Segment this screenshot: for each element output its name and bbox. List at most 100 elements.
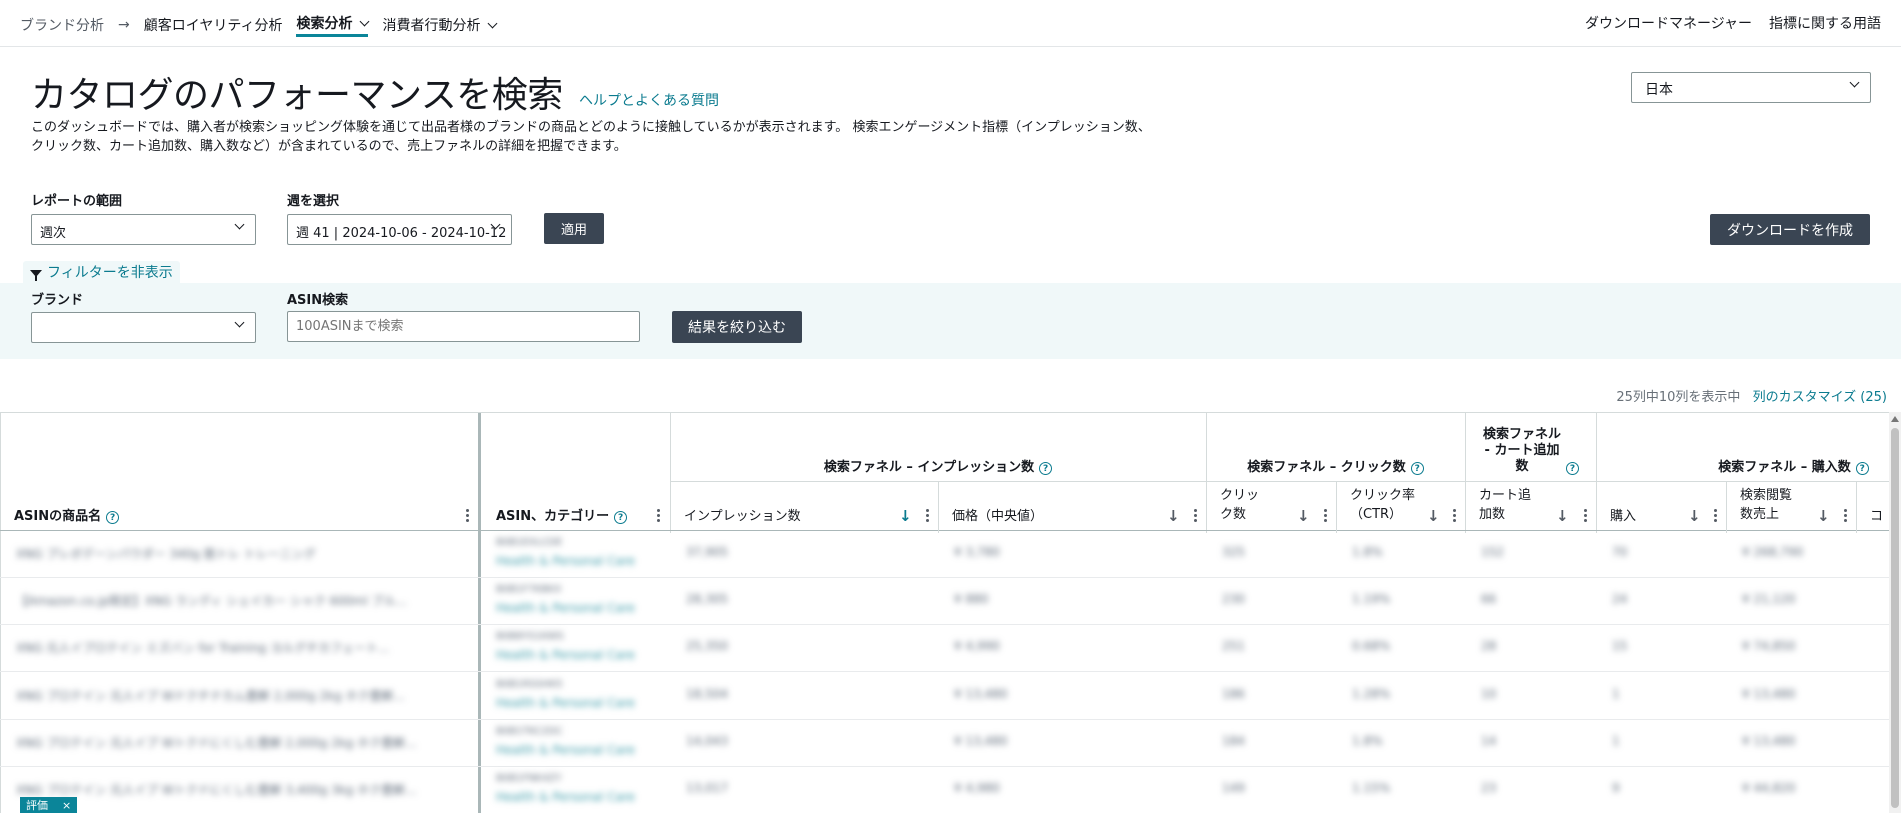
sort-arrow-down-icon[interactable]: ↓: [1556, 507, 1569, 525]
brand-select[interactable]: [31, 312, 256, 343]
week-select-value: 週 41 | 2024-10-06 - 2024-10-12: [296, 226, 507, 241]
nav-item-customer-loyalty[interactable]: 顧客ロイヤリティ分析: [144, 15, 283, 35]
sort-arrow-down-icon[interactable]: ↓: [1297, 507, 1310, 525]
cell-category: Health & Personal Care: [496, 601, 636, 615]
customize-columns-link[interactable]: 列のカスタマイズ (25): [1753, 390, 1887, 405]
cell-purchases: 70: [1612, 545, 1628, 559]
column-menu-icon[interactable]: [1453, 509, 1456, 524]
sort-arrow-down-icon[interactable]: ↓: [1167, 507, 1180, 525]
apply-button[interactable]: 適用: [544, 213, 604, 244]
report-range-select[interactable]: 週次: [31, 214, 256, 245]
cell-asin[interactable]: B0B1EXLCDE: [496, 537, 562, 548]
brand-label: ブランド: [31, 293, 84, 308]
week-select[interactable]: 週 41 | 2024-10-06 - 2024-10-12: [287, 214, 512, 245]
cell-asin[interactable]: B0B1RSSHK5: [496, 679, 563, 690]
column-header-truncated[interactable]: コ: [1856, 481, 1889, 530]
cell-impressions: 25,350: [686, 639, 728, 653]
close-icon[interactable]: ×: [62, 799, 71, 812]
cell-asin[interactable]: B0B8YS1KWS: [496, 631, 564, 642]
cell-ctr: 1.15%: [1352, 781, 1391, 795]
group-header-label: 検索ファネル – インプレッション数: [823, 460, 1035, 475]
download-manager-link[interactable]: ダウンロードマネージャー: [1585, 13, 1752, 33]
cell-purchases: 15: [1612, 639, 1628, 653]
sort-arrow-down-icon[interactable]: ↓: [899, 507, 912, 525]
cell-asin[interactable]: B0B1TKC2DC: [496, 726, 563, 737]
column-header-label: カート追加数: [1479, 488, 1532, 522]
column-menu-icon[interactable]: [1194, 509, 1197, 524]
help-faq-link[interactable]: ヘルプとよくある質問: [579, 90, 719, 110]
nav-right: ダウンロードマネージャー 指標に関する用語: [1585, 13, 1881, 33]
cell-search-sales: ¥ 21,120: [1742, 592, 1796, 606]
nav-item-search-analytics[interactable]: 検索分析: [296, 13, 370, 37]
help-icon[interactable]: ?: [614, 511, 628, 524]
help-icon[interactable]: ?: [1855, 462, 1869, 475]
column-menu-icon[interactable]: [1714, 509, 1717, 524]
narrow-results-button[interactable]: 結果を絞り込む: [672, 311, 802, 343]
help-icon[interactable]: ?: [1039, 462, 1053, 475]
hide-filters-toggle[interactable]: フィルターを非表示: [23, 261, 180, 283]
column-header-purchases[interactable]: 購入: [1596, 481, 1726, 530]
scroll-up-arrow-icon[interactable]: [1891, 416, 1899, 422]
scrollbar-thumb[interactable]: [1891, 428, 1899, 808]
column-menu-icon[interactable]: [657, 509, 660, 524]
sort-arrow-down-icon[interactable]: ↓: [1688, 507, 1701, 525]
row-divider: [0, 577, 1889, 578]
help-icon[interactable]: ?: [1410, 462, 1424, 475]
cell-product-name[interactable]: XNG プレボデーンパウダー 340g 筋トレ トレーニング: [16, 545, 316, 562]
cell-product-name[interactable]: XNG プロテイン 元人イプ Wトクドにくしむ豊鮮 3,400g 3kg ホク豊…: [16, 781, 417, 798]
cell-category: Health & Personal Care: [496, 648, 636, 662]
frozen-column-divider[interactable]: [478, 413, 481, 813]
country-select[interactable]: 日本: [1631, 72, 1871, 103]
sort-arrow-down-icon[interactable]: ↓: [1427, 507, 1440, 525]
row-divider: [0, 719, 1889, 720]
cell-category: Health & Personal Care: [496, 790, 636, 804]
cell-clicks: 230: [1222, 592, 1245, 606]
column-header-ctr[interactable]: クリック率（CTR）: [1336, 481, 1465, 530]
page-title: カタログのパフォーマンスを検索: [31, 75, 563, 116]
column-header-search-sales[interactable]: 検索閲覧数売上: [1726, 481, 1856, 530]
asin-search-input[interactable]: [287, 311, 640, 342]
cell-search-sales: ¥ 13,480: [1742, 687, 1796, 701]
column-menu-icon[interactable]: [466, 509, 469, 524]
breadcrumb-brand-analytics[interactable]: ブランド分析: [20, 15, 104, 35]
cell-cart-adds: 66: [1481, 592, 1497, 606]
cell-product-name[interactable]: XNG プロテイン 元人イプ Wトクドにくしむ豊鮮 2,000g 2kg ホク豊…: [16, 734, 417, 751]
nav-item-consumer-behavior[interactable]: 消費者行動分析: [382, 15, 498, 35]
cell-impressions: 14,043: [686, 734, 728, 748]
column-menu-icon[interactable]: [1844, 509, 1847, 524]
data-table: ASINの商品名? ASIN、カテゴリー? 検索ファネル – インプレッション数…: [0, 412, 1901, 813]
cell-impressions: 13,017: [686, 781, 728, 795]
metrics-glossary-link[interactable]: 指標に関する用語: [1769, 13, 1881, 33]
help-icon[interactable]: ?: [1566, 462, 1579, 475]
cell-asin[interactable]: B0B1FNK4ZY: [496, 773, 562, 784]
column-header-impressions[interactable]: インプレッション数: [670, 481, 938, 530]
column-menu-icon[interactable]: [1584, 509, 1587, 524]
cell-product-name[interactable]: XNG 元人イプロテイン ミズバン for Training ヨルグチカフェート…: [16, 639, 389, 656]
column-menu-icon[interactable]: [1324, 509, 1327, 524]
column-header-median-price[interactable]: 価格（中央値）: [938, 481, 1206, 530]
cell-product-name[interactable]: 【Amazon.co.jp限定】XNG ランディ シェイカー シャク 600ml…: [16, 592, 407, 609]
column-header-label: 価格（中央値）: [952, 509, 1044, 524]
cell-clicks: 251: [1222, 639, 1245, 653]
column-header-cart-adds[interactable]: カート追加数: [1465, 481, 1596, 530]
column-header-asin-category[interactable]: ASIN、カテゴリー?: [482, 413, 670, 530]
column-info: 25列中10列を表示中 列のカスタマイズ (25): [1616, 386, 1887, 405]
cell-cart-adds: 14: [1481, 734, 1497, 748]
row-divider: [0, 624, 1889, 625]
column-menu-icon[interactable]: [926, 509, 929, 524]
group-header-cart-adds: 検索ファネル - カート追加数?: [1465, 413, 1596, 481]
cell-product-name[interactable]: XNG プロテイン 元人イプ Wドクチナカム豊鮮 2,000g 2kg ホク豊鮮…: [16, 687, 405, 704]
row-divider: [0, 671, 1889, 672]
group-header-label: 検索ファネル – クリック数: [1247, 460, 1406, 475]
cell-asin[interactable]: B0B1F7KBKX: [496, 584, 561, 595]
feedback-badge[interactable]: 評価 ×: [20, 797, 78, 813]
help-icon[interactable]: ?: [106, 511, 120, 524]
cell-median-price: ¥ 3,780: [954, 545, 1000, 559]
sort-arrow-down-icon[interactable]: ↓: [1817, 507, 1830, 525]
nav-item-label: 検索分析: [296, 16, 353, 32]
create-download-button[interactable]: ダウンロードを作成: [1710, 214, 1870, 245]
column-header-product-name[interactable]: ASINの商品名?: [0, 413, 478, 530]
column-header-clicks[interactable]: クリック数: [1206, 481, 1336, 530]
cell-ctr: 1.8%: [1352, 545, 1383, 559]
cell-clicks: 186: [1222, 687, 1245, 701]
